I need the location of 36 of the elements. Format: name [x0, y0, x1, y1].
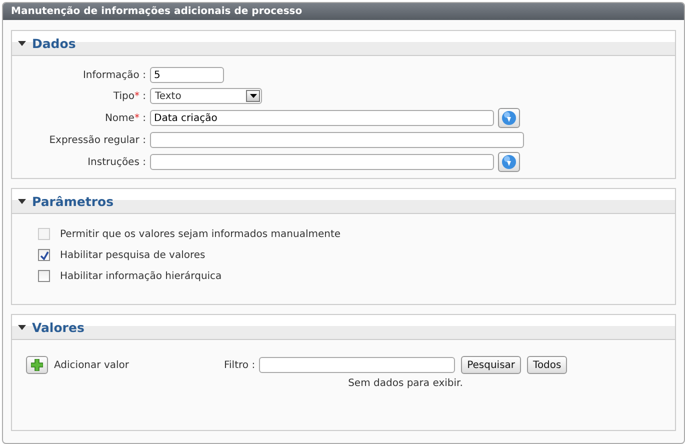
- globe-icon: [501, 110, 517, 126]
- field-label: Instruções :: [86, 156, 147, 168]
- field-label: Expressão regular :: [48, 134, 147, 146]
- type-dropdown[interactable]: Texto: [150, 88, 262, 104]
- filter-field[interactable]: [259, 357, 456, 373]
- section-header[interactable]: Parâmetros: [12, 189, 675, 214]
- action-button[interactable]: Pesquisar: [461, 356, 522, 374]
- section-header[interactable]: Valores: [12, 315, 675, 340]
- checkbox-label: Habilitar pesquisa de valores: [60, 250, 206, 260]
- add-label: Adicionar valor: [54, 360, 130, 370]
- field-label: Informação :: [82, 70, 147, 80]
- checkbox-label: Habilitar informação hierárquica: [60, 270, 222, 282]
- window-title: Manutenção de informações adicionais de processo: [3, 3, 684, 20]
- section-title: Valores: [32, 320, 84, 334]
- filter-label: Filtro :: [224, 360, 256, 370]
- plus-icon: [31, 359, 43, 371]
- action-button[interactable]: Todos: [527, 356, 568, 374]
- check-icon: [40, 250, 48, 260]
- lookup-button[interactable]: [498, 108, 520, 128]
- lookup-button[interactable]: [498, 152, 520, 172]
- section-title: Dados: [32, 36, 76, 50]
- add-button[interactable]: [26, 356, 48, 374]
- checkbox-label: Permitir que os valores sejam informados manualmente: [60, 228, 341, 240]
- input-field[interactable]: [150, 132, 524, 148]
- globe-icon: [501, 154, 517, 170]
- checkbox[interactable]: [38, 270, 50, 282]
- checkbox[interactable]: [38, 249, 50, 261]
- field-label: Tipo* :: [112, 90, 147, 102]
- section-header[interactable]: Dados: [12, 31, 675, 56]
- input-field[interactable]: [150, 154, 494, 170]
- input-field[interactable]: Data criação: [150, 110, 494, 126]
- field-label: Nome* :: [104, 112, 147, 124]
- input-field[interactable]: 5: [150, 67, 224, 83]
- section-title: Parâmetros: [32, 194, 114, 208]
- caret-icon: [250, 94, 256, 98]
- empty-message: Sem dados para exibir.: [347, 377, 464, 389]
